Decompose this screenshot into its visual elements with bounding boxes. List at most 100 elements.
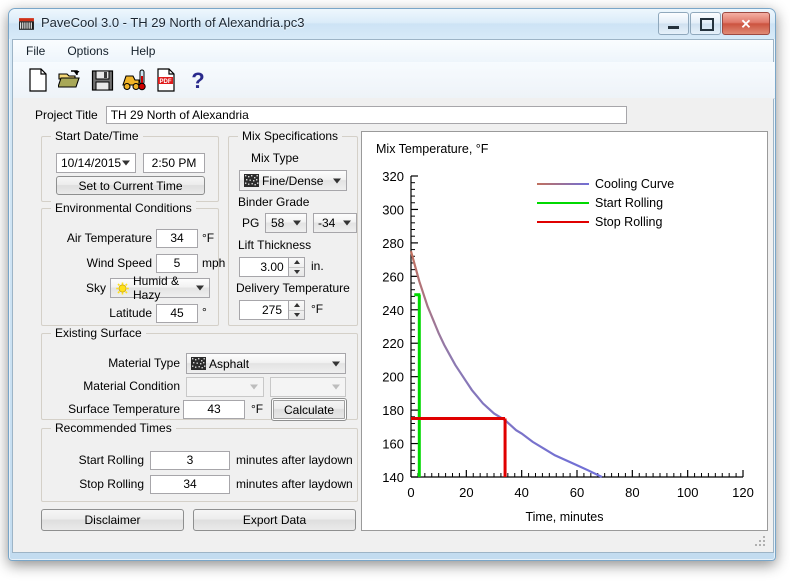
latitude-unit: ° — [202, 305, 207, 319]
recommended-times-group: Recommended Times Start Rolling 3 minute… — [41, 428, 358, 502]
window-controls: ✕ — [657, 12, 770, 35]
start-rolling-suffix: minutes after laydown — [236, 453, 353, 467]
export-data-button[interactable]: Export Data — [193, 509, 356, 531]
delivery-temperature-stepper[interactable] — [288, 301, 304, 319]
sun-icon — [115, 282, 130, 295]
close-button[interactable]: ✕ — [722, 12, 770, 35]
start-date-time-group: Start Date/Time 10/14/2015 2:50 PM Set t… — [41, 136, 219, 202]
minimize-button[interactable] — [658, 12, 689, 35]
wind-speed-label: Wind Speed — [48, 256, 152, 270]
new-file-button[interactable] — [23, 65, 53, 95]
delivery-temperature-input[interactable]: 275 — [239, 300, 305, 320]
lift-thickness-stepper[interactable] — [288, 258, 304, 276]
menu-file[interactable]: File — [17, 42, 54, 60]
material-type-value: Asphalt — [209, 357, 249, 371]
material-condition-right-dropdown[interactable] — [270, 377, 346, 397]
save-disk-icon — [91, 69, 114, 92]
calculate-toolbar-button[interactable] — [119, 65, 149, 95]
chart-panel: Mix Temperature, °F 14016018020022024026… — [361, 131, 768, 531]
project-title-row: Project Title — [35, 106, 627, 124]
mix-type-value: Fine/Dense — [262, 174, 323, 188]
tool-bar: PDF ? — [13, 62, 776, 99]
legend-swatch-start-rolling — [537, 202, 589, 204]
status-bar — [16, 543, 776, 549]
menu-help[interactable]: Help — [122, 42, 165, 60]
svg-text:60: 60 — [570, 485, 584, 500]
delivery-temperature-unit: °F — [311, 302, 323, 316]
svg-text:100: 100 — [677, 485, 699, 500]
stepper-up-icon — [294, 303, 300, 307]
set-current-time-button[interactable]: Set to Current Time — [56, 176, 205, 195]
svg-text:0: 0 — [407, 485, 414, 500]
project-title-input[interactable] — [106, 106, 627, 124]
chart-title: Mix Temperature, °F — [376, 142, 488, 156]
stop-rolling-output: 34 — [150, 475, 230, 494]
chart-x-axis-label: Time, minutes — [362, 510, 767, 524]
surface-temperature-input[interactable]: 43 — [183, 400, 245, 419]
pdf-export-icon: PDF — [155, 68, 178, 92]
chevron-down-icon — [250, 385, 258, 390]
stop-rolling-value: 34 — [183, 477, 196, 491]
title-bar: PaveCool 3.0 - TH 29 North of Alexandria… — [9, 9, 775, 39]
sky-dropdown[interactable]: Humid & Hazy — [110, 278, 210, 298]
legend-item-start-rolling: Start Rolling — [537, 193, 674, 212]
menu-options[interactable]: Options — [58, 42, 117, 60]
latitude-input[interactable]: 45 — [156, 304, 198, 323]
paver-thermometer-icon — [121, 68, 147, 92]
svg-text:200: 200 — [382, 370, 404, 385]
mix-type-label: Mix Type — [251, 151, 299, 165]
svg-text:PDF: PDF — [159, 79, 171, 85]
legend-label-stop-rolling: Stop Rolling — [595, 215, 662, 229]
latitude-value: 45 — [170, 306, 183, 320]
material-type-dropdown[interactable]: Asphalt — [186, 353, 346, 374]
stop-rolling-suffix: minutes after laydown — [236, 477, 353, 491]
disclaimer-button[interactable]: Disclaimer — [41, 509, 184, 531]
start-date-picker[interactable]: 10/14/2015 — [56, 153, 136, 173]
start-rolling-value: 3 — [187, 453, 194, 467]
material-type-label: Material Type — [52, 356, 180, 370]
mix-type-dropdown[interactable]: Fine/Dense — [239, 170, 347, 191]
legend-item-cooling-curve: Cooling Curve — [537, 174, 674, 193]
start-rolling-label: Start Rolling — [50, 453, 144, 467]
stepper-up-icon — [294, 260, 300, 264]
start-time-field[interactable]: 2:50 PM — [143, 153, 205, 173]
help-question-icon: ? — [188, 68, 208, 92]
aggregate-swatch-icon — [191, 357, 206, 370]
surface-temperature-value: 43 — [207, 402, 220, 416]
window-title: PaveCool 3.0 - TH 29 North of Alexandria… — [41, 15, 305, 30]
binder-grade-low-dropdown[interactable]: -34 — [313, 213, 357, 233]
legend-swatch-stop-rolling — [537, 221, 589, 223]
open-file-button[interactable] — [55, 65, 85, 95]
air-temperature-input[interactable]: 34 — [156, 229, 198, 248]
close-icon: ✕ — [723, 17, 769, 30]
screenshot-root: PaveCool 3.0 - TH 29 North of Alexandria… — [0, 0, 790, 584]
svg-text:20: 20 — [459, 485, 473, 500]
start-date-value: 10/14/2015 — [61, 156, 121, 170]
lift-thickness-input[interactable]: 3.00 — [239, 257, 305, 277]
mix-specifications-group: Mix Specifications Mix Type — [228, 136, 358, 326]
calculate-button[interactable]: Calculate — [271, 398, 347, 421]
svg-text:160: 160 — [382, 437, 404, 452]
resize-grip-icon[interactable] — [754, 535, 767, 548]
start-date-time-title: Start Date/Time — [51, 129, 143, 143]
stepper-down-icon — [294, 313, 300, 317]
existing-surface-group: Existing Surface Material Type — [41, 333, 358, 420]
save-file-button[interactable] — [87, 65, 117, 95]
binder-grade-label: Binder Grade — [238, 195, 309, 209]
sky-label: Sky — [48, 281, 106, 295]
help-button[interactable]: ? — [183, 65, 213, 95]
material-condition-left-dropdown[interactable] — [186, 377, 264, 397]
chevron-down-icon — [332, 361, 340, 366]
svg-text:300: 300 — [382, 202, 404, 217]
svg-text:80: 80 — [625, 485, 639, 500]
start-rolling-output: 3 — [150, 451, 230, 470]
wind-speed-input[interactable]: 5 — [156, 254, 198, 273]
binder-grade-high-dropdown[interactable]: 58 — [265, 213, 307, 233]
pdf-export-button[interactable]: PDF — [151, 65, 181, 95]
svg-text:40: 40 — [514, 485, 528, 500]
legend-label-start-rolling: Start Rolling — [595, 196, 663, 210]
latitude-label: Latitude — [48, 306, 152, 320]
maximize-button[interactable] — [690, 12, 721, 35]
mix-specifications-title: Mix Specifications — [238, 129, 342, 143]
environmental-conditions-title: Environmental Conditions — [51, 201, 196, 215]
